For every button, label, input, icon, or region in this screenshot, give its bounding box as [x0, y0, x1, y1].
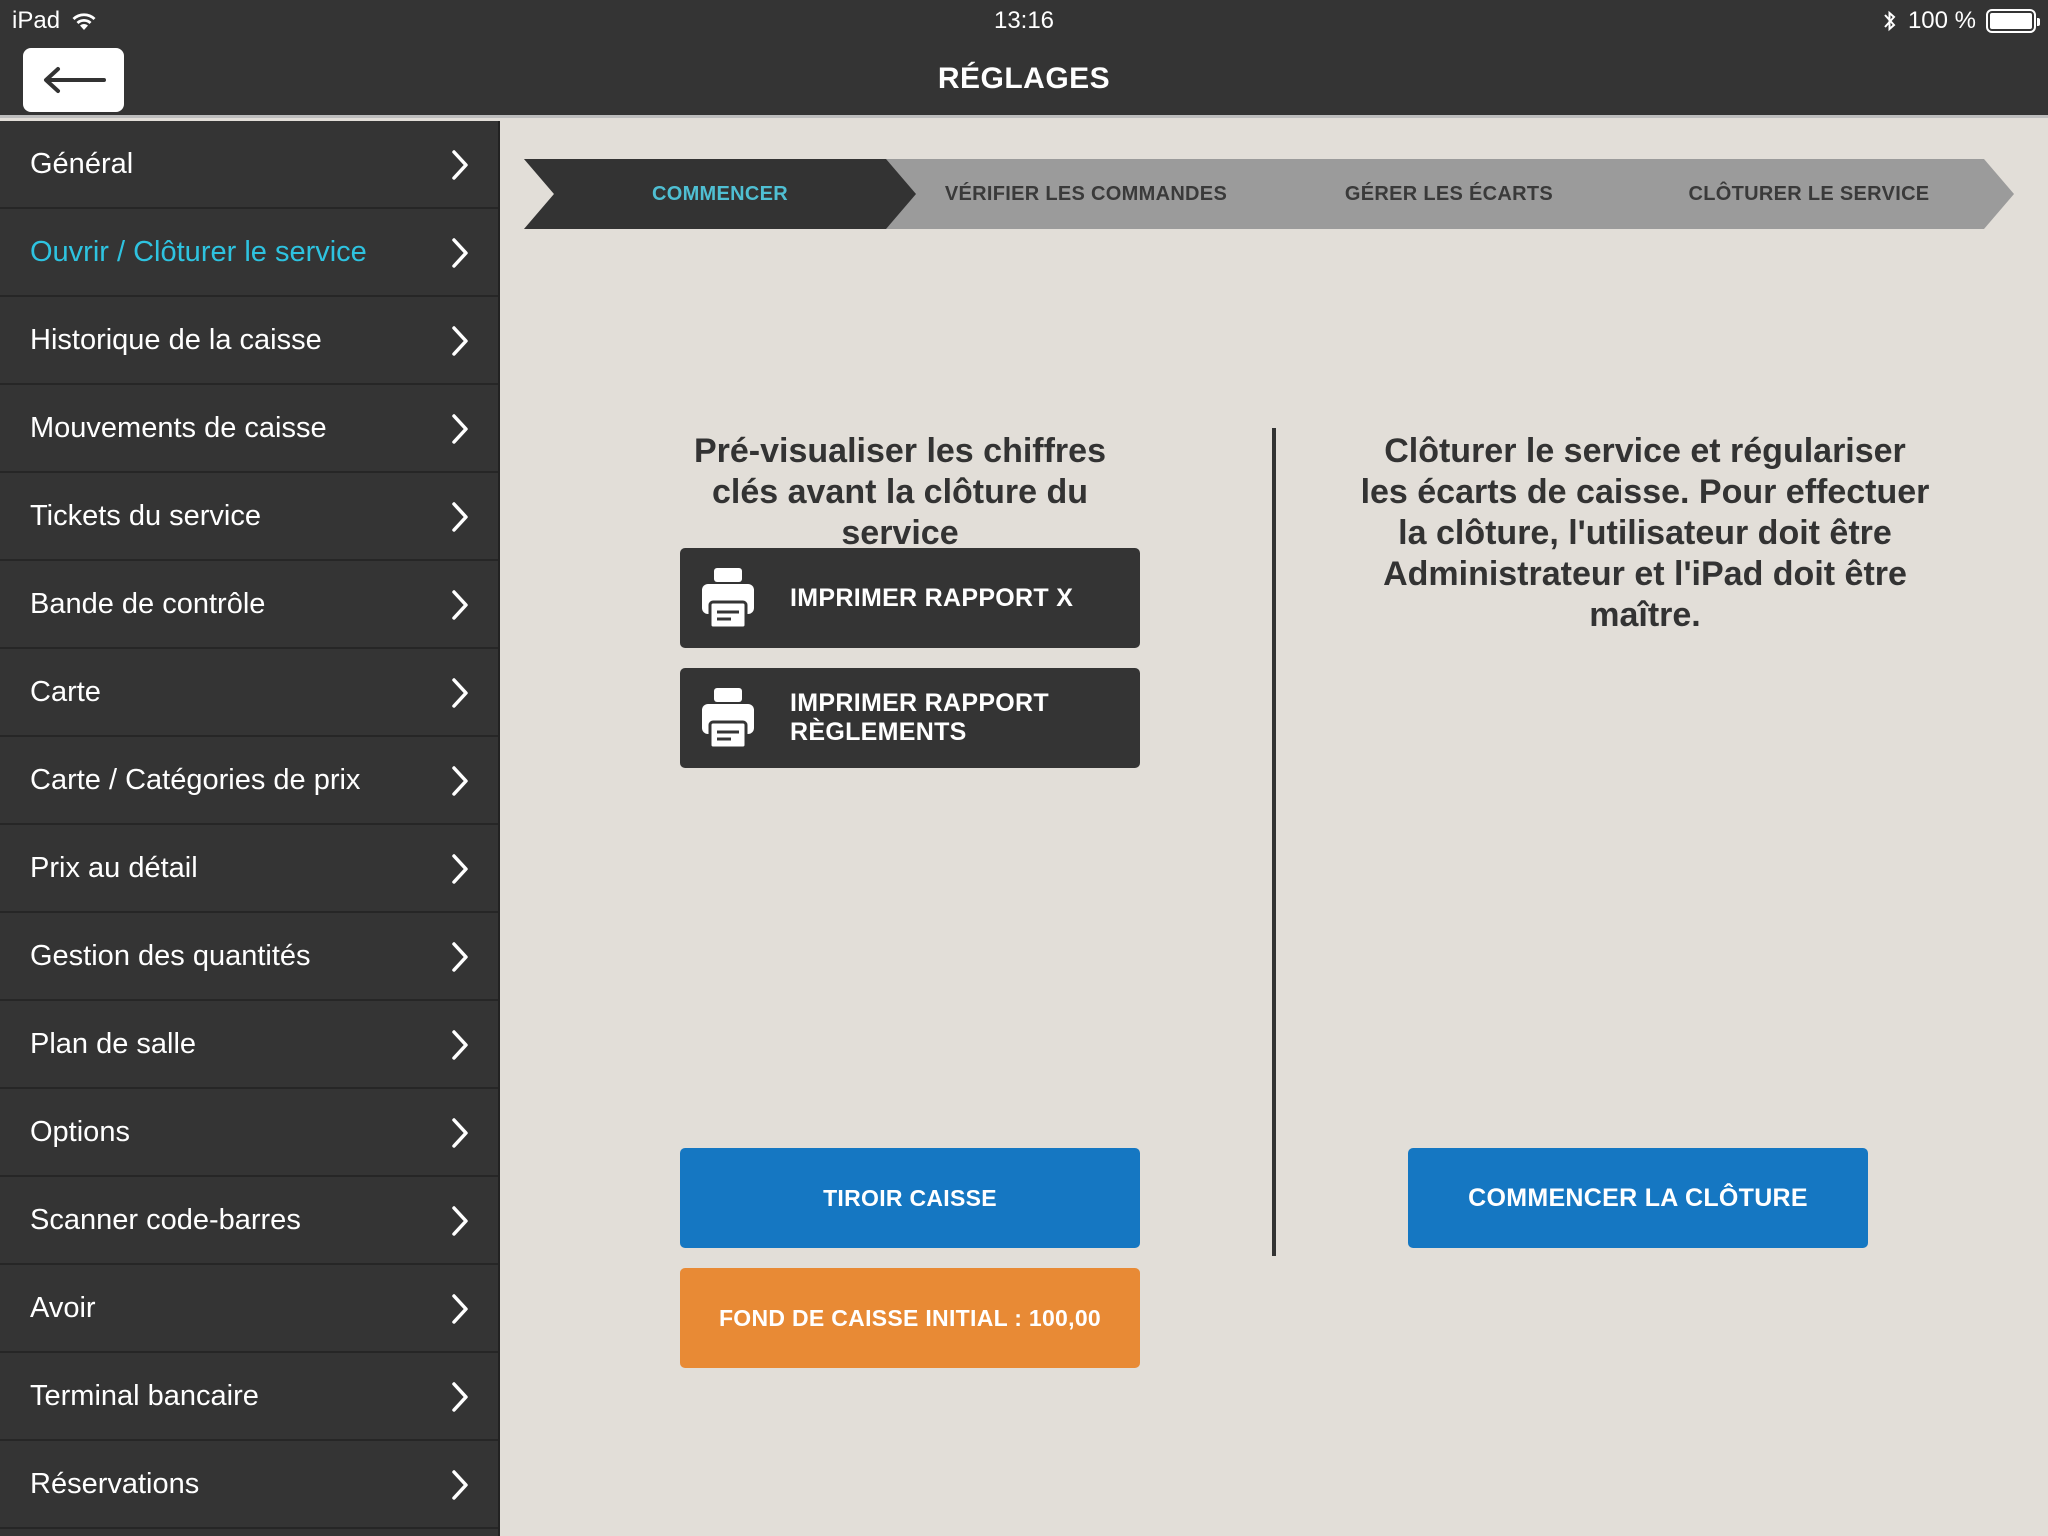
chevron-right-icon — [452, 326, 468, 356]
sidebar-item-label: Carte / Catégories de prix — [30, 763, 361, 796]
chevron-right-icon — [452, 766, 468, 796]
step-verify-orders[interactable]: VÉRIFIER LES COMMANDES — [916, 159, 1256, 229]
initial-float-button[interactable]: FOND DE CAISSE INITIAL : 100,00 — [680, 1268, 1140, 1368]
battery-percent: 100 % — [1907, 7, 1976, 34]
sidebar-item[interactable]: Historique de la caisse — [0, 297, 498, 385]
sidebar-item[interactable]: Général — [0, 121, 498, 209]
step-start[interactable]: COMMENCER — [554, 159, 886, 229]
chevron-right-icon — [452, 1030, 468, 1060]
page-title: RÉGLAGES — [937, 62, 1111, 95]
chevron-right-icon — [452, 942, 468, 972]
sidebar-item[interactable]: Carte / Catégories de prix — [0, 737, 498, 825]
sidebar-item[interactable]: Tickets du service — [0, 473, 498, 561]
printer-icon — [702, 688, 754, 750]
sidebar-item[interactable]: Scanner code-barres — [0, 1177, 498, 1265]
cash-drawer-button[interactable]: TIROIR CAISSE — [680, 1148, 1140, 1248]
bluetooth-icon — [1884, 10, 1896, 32]
print-payments-report-label: IMPRIMER RAPPORT RÈGLEMENTS — [790, 689, 1049, 746]
chevron-right-icon — [452, 1118, 468, 1148]
status-bar: iPad 13:16 100 % — [0, 0, 2048, 40]
sidebar-item[interactable]: Terminal bancaire — [0, 1353, 498, 1441]
sidebar-item[interactable]: Avoir — [0, 1265, 498, 1353]
sidebar-item-label: Ouvrir / Clôturer le service — [30, 235, 367, 268]
sidebar-item-label: Terminal bancaire — [30, 1379, 259, 1412]
close-service-stepper: COMMENCER VÉRIFIER LES COMMANDES GÉRER L… — [524, 159, 2014, 229]
sidebar-item-label: Carte — [30, 675, 101, 708]
preview-title: Pré-visualiser les chiffres clés avant l… — [693, 432, 1106, 552]
sidebar-item-label: Bande de contrôle — [30, 587, 266, 620]
settings-sidebar: Général Ouvrir / Clôturer le service Histo… — [0, 121, 500, 1536]
step-close-service[interactable]: CLÔTURER LE SERVICE — [1634, 159, 1984, 229]
sidebar-item-label: Historique de la caisse — [30, 323, 322, 356]
sidebar-item-label: Avoir — [30, 1291, 96, 1324]
top-bar: iPad 13:16 100 % RÉGLAGES — [0, 0, 2048, 118]
chevron-right-icon — [452, 590, 468, 620]
chevron-right-icon — [452, 1206, 468, 1236]
sidebar-item[interactable]: Options — [0, 1089, 498, 1177]
sidebar-item[interactable]: Carte — [0, 649, 498, 737]
close-section: Clôturer le service et régulariser les é… — [1330, 431, 1960, 636]
sidebar-item[interactable]: Réservations — [0, 1441, 498, 1529]
chevron-right-icon — [452, 854, 468, 884]
sidebar-item-label: Réservations — [30, 1467, 200, 1500]
sidebar-item-label: Gestion des quantités — [30, 939, 311, 972]
section-divider — [1272, 428, 1276, 1256]
battery-icon — [1986, 9, 2040, 33]
sidebar-item-label: Plan de salle — [30, 1027, 197, 1060]
chevron-right-icon — [452, 1294, 468, 1324]
sidebar-item-label: Options — [30, 1115, 130, 1148]
close-description: Clôturer le service et régulariser les é… — [1360, 432, 1930, 634]
print-x-report-button[interactable]: IMPRIMER RAPPORT X — [680, 548, 1140, 648]
sidebar-item[interactable]: Mouvements de caisse — [0, 385, 498, 473]
status-time: 13:16 — [993, 7, 1055, 34]
main-content: COMMENCER VÉRIFIER LES COMMANDES GÉRER L… — [500, 121, 2048, 1536]
sidebar-item-label: Scanner code-barres — [30, 1203, 301, 1236]
sidebar-item-label: Général — [30, 147, 134, 180]
print-payments-report-button[interactable]: IMPRIMER RAPPORT RÈGLEMENTS — [680, 668, 1140, 768]
chevron-right-icon — [452, 678, 468, 708]
sidebar-item[interactable]: Prix au détail — [0, 825, 498, 913]
start-closing-button[interactable]: COMMENCER LA CLÔTURE — [1408, 1148, 1868, 1248]
chevron-right-icon — [452, 1382, 468, 1412]
sidebar-item-label: Tickets du service — [30, 499, 261, 532]
chevron-right-icon — [452, 502, 468, 532]
sidebar-item[interactable]: Plan de salle — [0, 1001, 498, 1089]
print-x-report-label: IMPRIMER RAPPORT X — [790, 583, 1074, 612]
sidebar-item[interactable]: Gestion des quantités — [0, 913, 498, 1001]
chevron-right-icon — [452, 238, 468, 268]
chevron-right-icon — [452, 414, 468, 444]
chevron-right-icon — [452, 1470, 468, 1500]
sidebar-item[interactable]: Bande de contrôle — [0, 561, 498, 649]
preview-section: Pré-visualiser les chiffres clés avant l… — [600, 431, 1200, 554]
sidebar-item[interactable]: Ouvrir / Clôturer le service — [0, 209, 498, 297]
step-manage-discrepancies[interactable]: GÉRER LES ÉCARTS — [1284, 159, 1614, 229]
sidebar-item-label: Prix au détail — [30, 851, 198, 884]
sidebar-item-label: Mouvements de caisse — [30, 411, 327, 444]
printer-icon — [702, 568, 754, 630]
chevron-right-icon — [452, 150, 468, 180]
